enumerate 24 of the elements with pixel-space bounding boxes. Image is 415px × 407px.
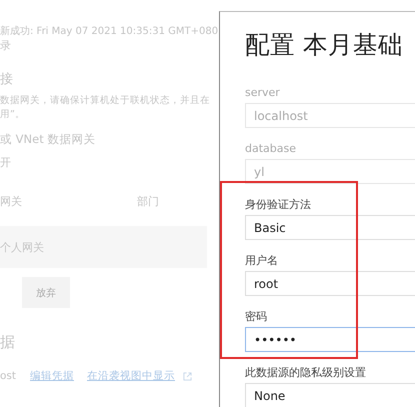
field-label: 用户名	[245, 254, 278, 267]
field-label: 此数据源的隐私级别设置	[245, 366, 366, 379]
toggle-state: 开	[0, 155, 11, 170]
input-field[interactable]: root	[245, 271, 415, 296]
column-header: 部门	[137, 194, 159, 209]
dialog-title: 配置 本月基础	[245, 29, 403, 61]
field-label: database	[245, 142, 296, 155]
link[interactable]: 在沿袭视图中显示	[87, 369, 175, 383]
toggle-label: 或 VNet 数据网关	[0, 132, 96, 147]
history-link[interactable]: 录	[0, 39, 11, 53]
link[interactable]: 编辑凭据	[30, 369, 74, 383]
field-label: 身份验证方法	[245, 198, 311, 211]
field-label: server	[245, 86, 280, 99]
input-field[interactable]: Basic	[245, 215, 415, 240]
column-header: 网关	[0, 194, 23, 209]
section-heading: 接	[0, 71, 13, 88]
input-field[interactable]: None	[245, 383, 415, 407]
gateway-note: 数据网关，请确保计算机处于联机状态，并且在 用”。	[0, 94, 210, 122]
field-label: 密码	[245, 310, 267, 323]
source-name: ost	[0, 370, 18, 382]
input-field[interactable]: ••••••	[245, 327, 415, 352]
section-heading: 据	[0, 333, 15, 352]
external-link-icon[interactable]	[183, 372, 192, 380]
refresh-status: 新成功: Fri May 07 2021 10:35:31 GMT+080	[0, 24, 218, 39]
